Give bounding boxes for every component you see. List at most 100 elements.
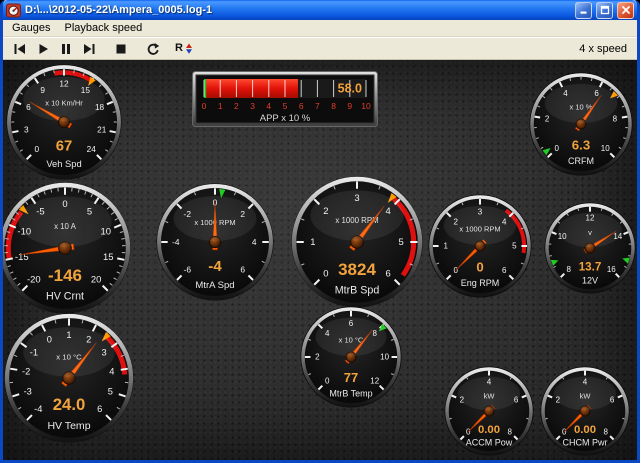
gauge-mtra-spd: -6-4-20246x 1000 RPM-4MtrA Spd bbox=[155, 182, 275, 302]
tick-label: 1 bbox=[443, 242, 448, 251]
stop-button[interactable] bbox=[109, 39, 132, 59]
tick-label: 21 bbox=[97, 125, 107, 134]
gauge-label: Veh Spd bbox=[46, 159, 81, 169]
reset-peaks-icon bbox=[184, 42, 194, 55]
tick-label: 6 bbox=[240, 265, 245, 275]
maximize-button[interactable] bbox=[596, 2, 613, 19]
gauge-value: 6.3 bbox=[572, 137, 590, 152]
playback-speed-label: 4 x speed bbox=[579, 43, 632, 55]
gauge-hv-temp: -4-3-2-10123456x 10 °C24.0HV Temp bbox=[3, 312, 135, 444]
bar-tick-label: 8 bbox=[331, 101, 336, 111]
tick-label: 6 bbox=[97, 404, 102, 414]
tick-label: 3 bbox=[24, 125, 29, 134]
gauge-label: HV Crnt bbox=[46, 291, 84, 303]
reset-peaks-button[interactable]: R bbox=[173, 39, 196, 59]
gauge-mtrb-spd: 0123456x 1000 RPM3824MtrB Spd bbox=[290, 175, 424, 309]
tick-label: 8 bbox=[508, 428, 513, 437]
bar-tick-label: 5 bbox=[283, 101, 288, 111]
maximize-icon bbox=[600, 5, 610, 15]
bar-label: APP x 10 % bbox=[260, 113, 311, 124]
stop-icon bbox=[114, 43, 128, 55]
tick-label: 20 bbox=[91, 274, 102, 285]
app-window: D:\...\2012-05-22\Ampera_0005.log-1 Gaug… bbox=[0, 0, 640, 463]
gauge-label: HV Temp bbox=[47, 420, 90, 432]
bar-tick-label: 9 bbox=[347, 101, 352, 111]
gauge-value: 67 bbox=[56, 139, 73, 155]
tick-label: 16 bbox=[607, 265, 616, 274]
tick-label: -3 bbox=[24, 387, 32, 397]
skip-end-icon bbox=[82, 43, 96, 55]
tick-label: 5 bbox=[398, 237, 403, 248]
tick-label: -4 bbox=[34, 404, 42, 414]
gauge-value: 13.7 bbox=[579, 260, 602, 273]
gauge-label: ACCM Pow bbox=[466, 437, 513, 447]
glass-highlight bbox=[310, 190, 403, 240]
play-icon bbox=[36, 43, 50, 55]
gauge-panel: 03691215182124x 10 Km/Hr67Veh Spd0246810… bbox=[3, 60, 637, 460]
gauge-value: 0.00 bbox=[574, 424, 596, 436]
tick-label: -20 bbox=[27, 274, 41, 285]
bar-tick-label: 10 bbox=[361, 101, 371, 111]
menu-gauges[interactable]: Gauges bbox=[5, 21, 58, 35]
tick-label: 24 bbox=[87, 145, 97, 154]
gauge-value: -146 bbox=[48, 266, 82, 285]
skip-end-button[interactable] bbox=[77, 39, 100, 59]
loop-icon bbox=[145, 42, 160, 56]
glass-highlight bbox=[23, 327, 115, 377]
tick-label: 6 bbox=[502, 266, 507, 275]
tick-label: 2 bbox=[545, 114, 550, 123]
pause-icon bbox=[59, 43, 73, 55]
glass-highlight bbox=[174, 196, 257, 241]
tick-label: 0 bbox=[555, 144, 560, 153]
gauge-value: 77 bbox=[344, 370, 358, 385]
playback-toolbar: R 4 x speed bbox=[3, 37, 637, 60]
toolbar-separator bbox=[132, 38, 141, 59]
bar-tick-label: 2 bbox=[234, 101, 239, 111]
gauge-value: 24.0 bbox=[53, 395, 86, 414]
loop-button[interactable] bbox=[141, 39, 164, 59]
tick-label: 8 bbox=[566, 265, 571, 274]
glass-highlight bbox=[315, 318, 386, 356]
toolbar-separator bbox=[100, 38, 109, 59]
tick-label: 5 bbox=[512, 242, 517, 251]
tick-label: 1 bbox=[310, 237, 315, 248]
pause-button[interactable] bbox=[54, 39, 77, 59]
gauge-label: Eng RPM bbox=[461, 278, 500, 288]
bar-fill bbox=[204, 79, 298, 98]
tick-label: -6 bbox=[184, 265, 192, 275]
gauge-label: MtrB Spd bbox=[335, 285, 380, 297]
tick-label: 4 bbox=[252, 237, 257, 247]
gauge-hv-crnt: -20-15-10-505101520x 10 A-146HV Crnt bbox=[3, 181, 132, 315]
window-title: D:\...\2012-05-22\Ampera_0005.log-1 bbox=[25, 4, 571, 16]
reset-peaks-label: R bbox=[175, 43, 183, 54]
bar-tick-label: 4 bbox=[266, 101, 271, 111]
title-bar[interactable]: D:\...\2012-05-22\Ampera_0005.log-1 bbox=[3, 0, 637, 20]
glass-highlight bbox=[554, 377, 616, 411]
minimize-button[interactable] bbox=[575, 2, 592, 19]
bar-tick-label: 3 bbox=[250, 101, 255, 111]
bar-value: 58.0 bbox=[338, 82, 362, 96]
bar-gauge-app: 01234567891058.0APP x 10 % bbox=[192, 71, 378, 127]
tick-label: 4 bbox=[109, 366, 114, 376]
tick-label: 0 bbox=[34, 145, 39, 154]
gauge-value: 3824 bbox=[338, 260, 376, 279]
close-button[interactable] bbox=[617, 2, 634, 19]
bar-tick-label: 1 bbox=[218, 101, 223, 111]
gauge-eng-rpm: 0123456x 1000 RPM0Eng RPM bbox=[427, 193, 533, 299]
gauge-value: 0 bbox=[476, 259, 483, 274]
glass-highlight bbox=[23, 77, 104, 121]
tick-label: 10 bbox=[601, 144, 610, 153]
tick-label: 5 bbox=[108, 387, 113, 397]
gauge-crfm: 0246810x 10 %6.3CRFM bbox=[528, 71, 634, 177]
glass-highlight bbox=[545, 84, 618, 123]
gauge-label: CRFM bbox=[568, 156, 594, 166]
glass-highlight bbox=[444, 206, 517, 245]
gauge-label: 12V bbox=[582, 275, 598, 285]
skip-start-icon bbox=[13, 43, 27, 55]
play-button[interactable] bbox=[31, 39, 54, 59]
skip-start-button[interactable] bbox=[8, 39, 31, 59]
menu-playback-speed[interactable]: Playback speed bbox=[58, 21, 150, 35]
gauge-label: MtrA Spd bbox=[195, 280, 234, 291]
gauge-label: MtrB Temp bbox=[329, 388, 372, 398]
gauge-mtrb-temp: 024681012x 10 °C77MtrB Temp bbox=[299, 305, 403, 409]
